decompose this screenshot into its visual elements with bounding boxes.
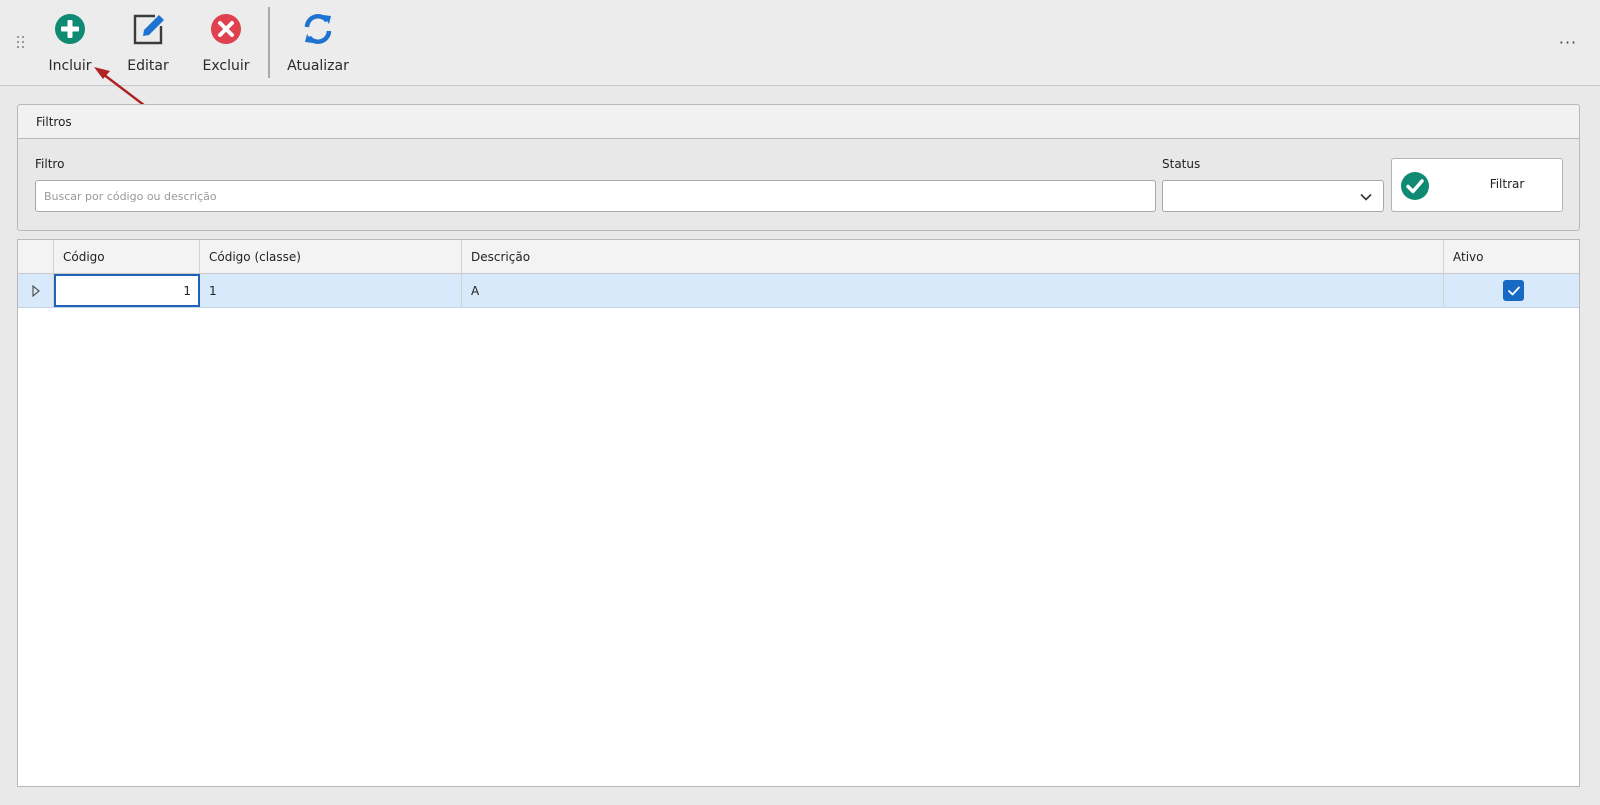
excluir-button[interactable]: Excluir — [202, 12, 250, 78]
incluir-button[interactable]: Incluir — [48, 12, 92, 78]
column-header-codigo[interactable]: Código — [54, 240, 200, 274]
chevron-down-icon — [1360, 193, 1372, 201]
row-indicator-header — [18, 240, 54, 274]
app-window: Incluir Editar Excluir Atualizar ··· Fil… — [0, 0, 1600, 805]
cell-descricao[interactable]: A — [462, 274, 1444, 307]
status-label: Status — [1162, 157, 1201, 171]
toolbar: Incluir Editar Excluir Atualizar ··· — [0, 0, 1600, 86]
column-header-descricao[interactable]: Descrição — [462, 240, 1444, 274]
incluir-label: Incluir — [48, 58, 92, 74]
row-indicator[interactable] — [18, 274, 54, 307]
toolbar-separator — [268, 7, 270, 78]
plus-circle-icon — [55, 14, 85, 44]
grid-header: Código Código (classe) Descrição Ativo — [18, 240, 1579, 274]
more-options-icon[interactable]: ··· — [1556, 30, 1580, 54]
edit-icon — [133, 14, 164, 45]
atualizar-button[interactable]: Atualizar — [287, 12, 349, 78]
filtrar-button[interactable]: Filtrar — [1391, 158, 1563, 212]
ativo-checkbox[interactable] — [1503, 280, 1524, 301]
filters-panel: Filtros Filtro Status Filtrar — [17, 104, 1580, 231]
drag-grip-icon[interactable] — [17, 36, 25, 50]
cell-codigo-classe[interactable]: 1 — [200, 274, 462, 307]
refresh-icon — [304, 14, 332, 44]
checkmark-icon — [1507, 286, 1520, 295]
editar-button[interactable]: Editar — [126, 12, 170, 78]
caret-right-icon — [31, 284, 40, 297]
atualizar-label: Atualizar — [287, 58, 349, 74]
column-header-ativo[interactable]: Ativo — [1444, 240, 1579, 274]
check-circle-icon — [1401, 172, 1429, 200]
close-circle-icon — [211, 14, 241, 44]
filtrar-label: Filtrar — [1489, 177, 1525, 191]
filtro-label: Filtro — [35, 157, 65, 171]
editar-label: Editar — [127, 58, 169, 74]
filters-title: Filtros — [18, 105, 1579, 139]
status-select[interactable] — [1162, 180, 1384, 212]
column-header-codigo-classe[interactable]: Código (classe) — [200, 240, 462, 274]
filtro-search-input[interactable] — [35, 180, 1156, 212]
cell-codigo[interactable]: 1 — [54, 274, 200, 307]
table-row[interactable]: 1 1 A — [18, 274, 1579, 308]
data-grid: Código Código (classe) Descrição Ativo 1… — [17, 239, 1580, 787]
excluir-label: Excluir — [202, 58, 250, 74]
